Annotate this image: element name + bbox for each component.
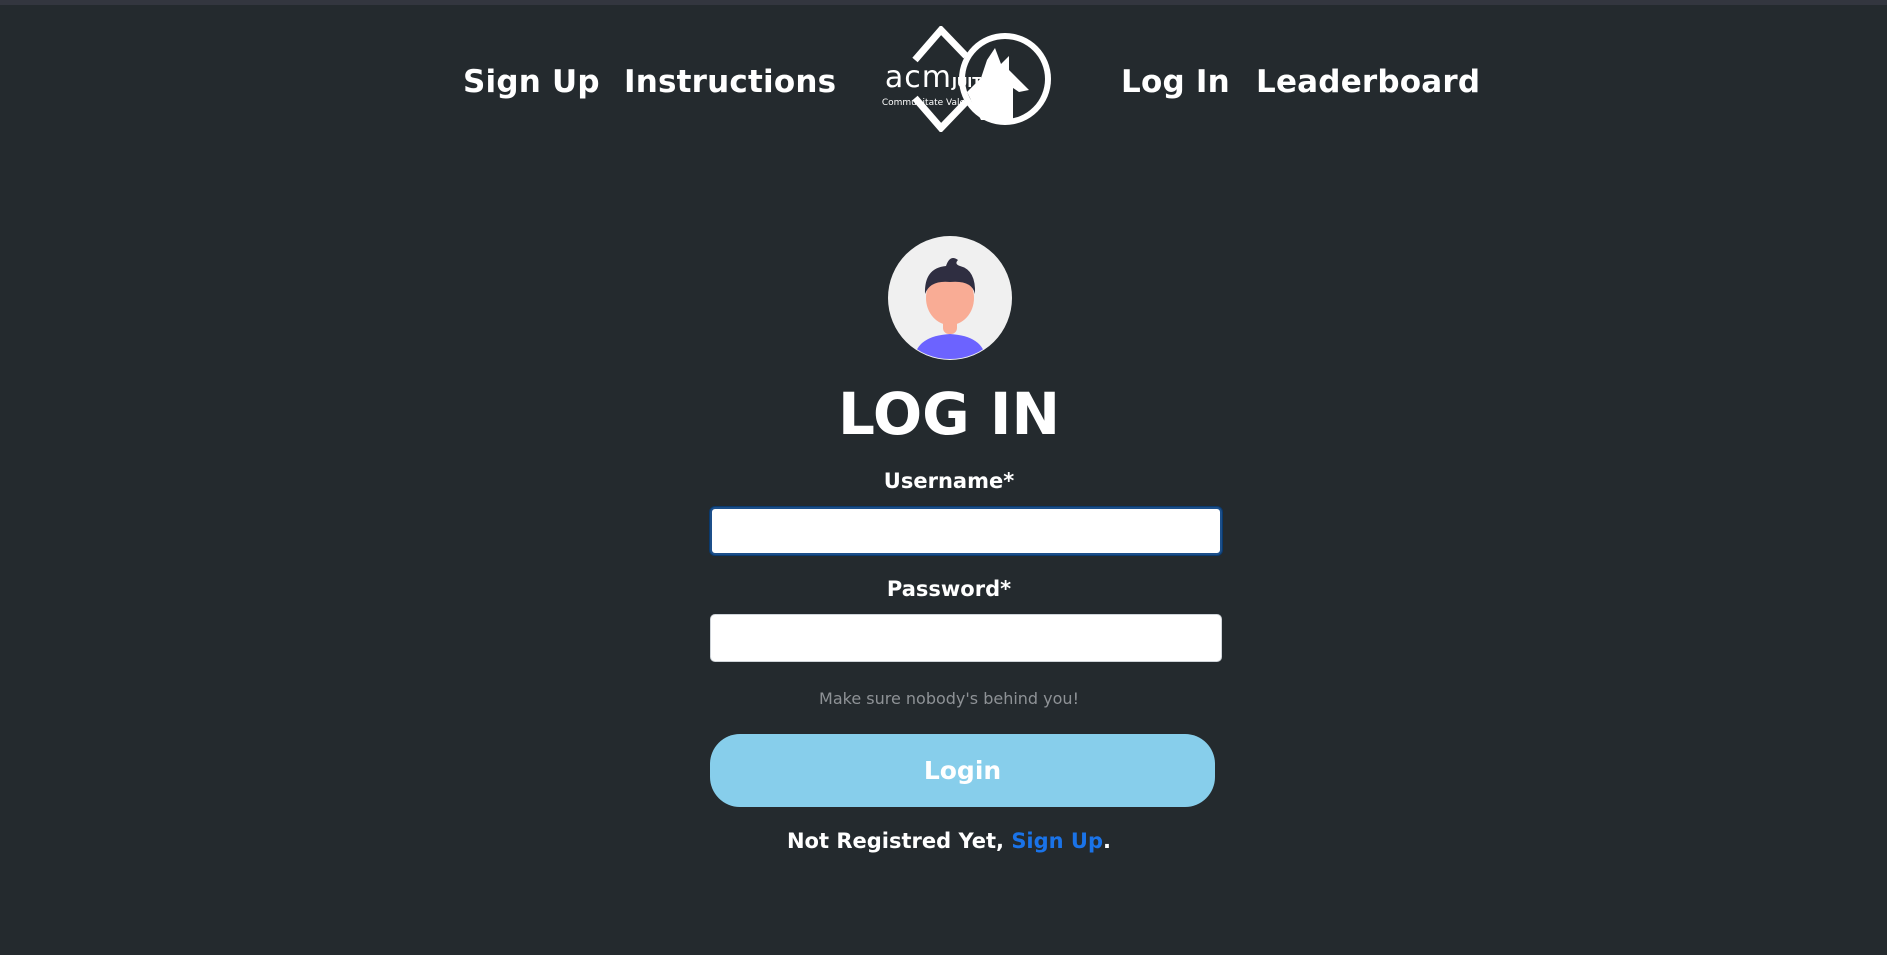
nav-instructions-link[interactable]: Instructions <box>624 64 836 100</box>
password-hint: Make sure nobody's behind you! <box>819 689 1079 708</box>
password-label: Password* <box>886 577 1012 601</box>
logo-wordmark: acmJUIT <box>863 60 1003 95</box>
top-navigation: Sign Up Instructions acmJUIT Communitate… <box>0 0 1887 170</box>
register-suffix-text: . <box>1103 829 1111 853</box>
acm-juit-logo[interactable]: acmJUIT Communitate Valemus <box>863 24 1063 134</box>
nav-sign-up-link[interactable]: Sign Up <box>463 64 600 100</box>
register-prefix-text: Not Registred Yet, <box>786 829 1012 853</box>
register-prompt: Not Registred Yet, Sign Up. <box>0 829 1887 853</box>
user-avatar-icon <box>888 236 1012 360</box>
nav-log-in-link[interactable]: Log In <box>1121 64 1230 100</box>
page-title: LOG IN <box>837 380 1061 448</box>
login-button[interactable]: Login <box>710 734 1215 807</box>
sign-up-link[interactable]: Sign Up <box>1011 829 1103 853</box>
username-label: Username* <box>883 469 1015 493</box>
logo-juit-text: JUIT <box>952 76 982 91</box>
logo-acm-text: acm <box>884 60 952 95</box>
password-input[interactable] <box>710 614 1222 662</box>
logo-motto: Communitate Valemus <box>881 98 985 108</box>
nav-leaderboard-link[interactable]: Leaderboard <box>1256 64 1480 100</box>
username-input[interactable] <box>710 507 1222 555</box>
